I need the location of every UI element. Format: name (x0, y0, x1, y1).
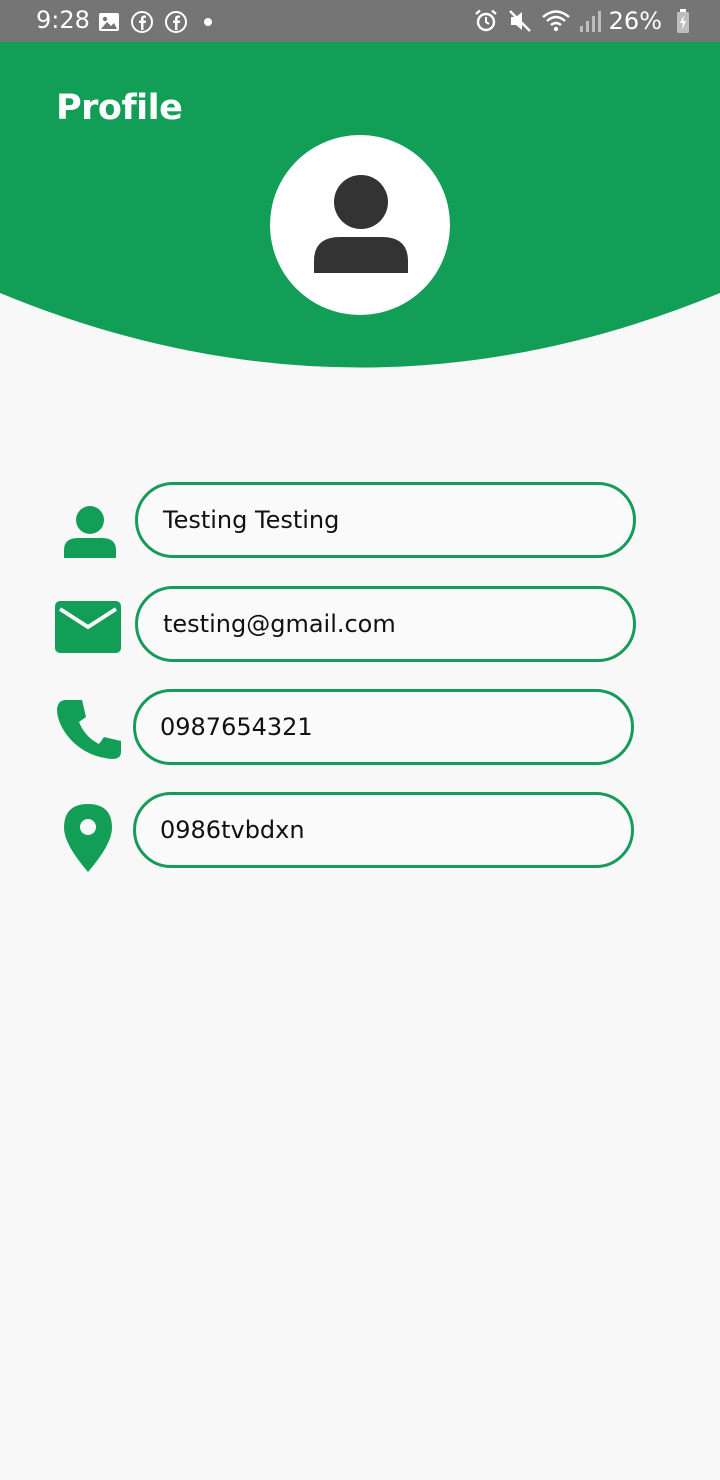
status-bar: 9:28 26% (0, 0, 720, 42)
mute-icon (508, 10, 531, 32)
address-field[interactable]: 0986tvbdxn (133, 792, 634, 868)
email-value: testing@gmail.com (163, 610, 396, 638)
person-icon (314, 175, 408, 273)
address-value: 0986tvbdxn (160, 816, 305, 844)
dot-icon (204, 18, 212, 26)
battery-percent: 26% (608, 7, 662, 35)
name-row: Testing Testing (0, 482, 720, 566)
status-icons-right: 26% (473, 6, 690, 36)
status-icons-left (98, 8, 218, 36)
facebook-icon (165, 11, 187, 33)
page-title: Profile (56, 88, 183, 128)
avatar[interactable] (270, 135, 450, 315)
wifi-icon (541, 10, 570, 32)
location-pin-icon (64, 804, 112, 872)
alarm-icon (474, 9, 497, 32)
phone-value: 0987654321 (160, 713, 313, 741)
person-icon (64, 506, 116, 558)
address-row: 0986tvbdxn (0, 792, 720, 876)
gallery-icon (99, 13, 119, 31)
email-row: testing@gmail.com (0, 586, 720, 670)
phone-icon (57, 700, 121, 759)
status-time: 9:28 (36, 6, 90, 34)
name-field[interactable]: Testing Testing (135, 482, 636, 558)
name-value: Testing Testing (163, 506, 340, 534)
facebook-icon (131, 11, 153, 33)
email-field[interactable]: testing@gmail.com (135, 586, 636, 662)
signal-icon (579, 11, 601, 32)
phone-row: 0987654321 (0, 689, 720, 773)
phone-field[interactable]: 0987654321 (133, 689, 634, 765)
mail-icon (55, 601, 121, 653)
battery-icon (677, 9, 689, 33)
